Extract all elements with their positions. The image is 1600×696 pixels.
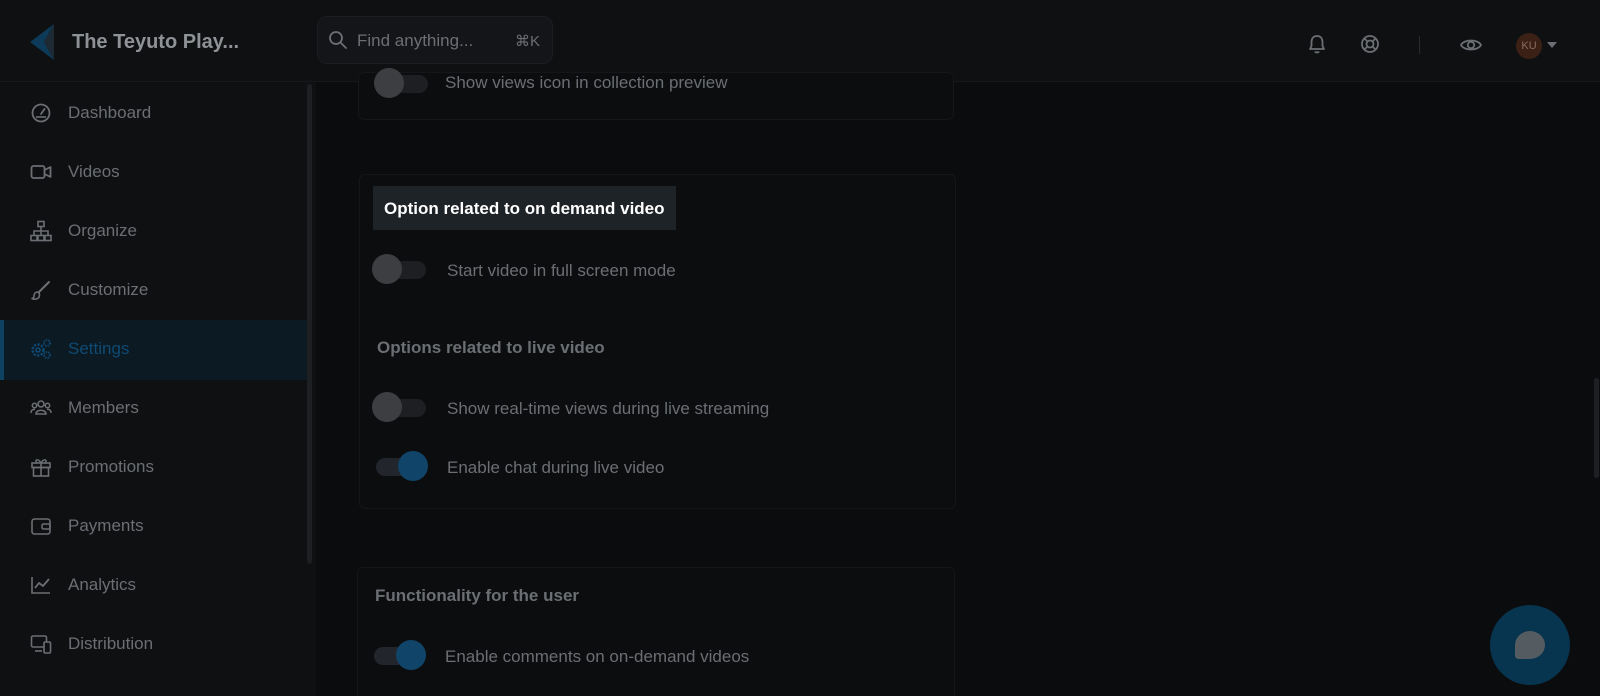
option-label-realtime-views: Show real-time views during live streami… xyxy=(447,399,770,418)
sidebar-item-label: Analytics xyxy=(68,575,137,594)
chat-bubble-icon xyxy=(1515,631,1545,659)
gift-icon xyxy=(31,459,51,477)
toggle-fullscreen-start[interactable] xyxy=(372,254,428,284)
sidebar-item-organize[interactable]: Organize xyxy=(0,202,307,262)
users-icon xyxy=(30,400,52,415)
sidebar-scrollbar[interactable] xyxy=(307,84,312,564)
toggle-thumb xyxy=(398,451,428,481)
toggle-live-chat[interactable] xyxy=(372,451,428,481)
user-section-title: Functionality for the user xyxy=(375,586,580,605)
sidebar-item-label: Payments xyxy=(68,516,144,535)
sidebar-item-customize[interactable]: Customize xyxy=(0,261,307,321)
chevron-down-icon[interactable] xyxy=(1547,41,1557,49)
main-scrollbar[interactable] xyxy=(1594,378,1599,478)
option-label-show-views-icon: Show views icon in collection preview xyxy=(445,73,728,92)
option-label-fullscreen-start: Start video in full screen mode xyxy=(447,261,676,280)
app-title[interactable]: The Teyuto Play... xyxy=(72,31,239,54)
toggle-thumb xyxy=(372,254,402,284)
sidebar-item-dashboard[interactable]: Dashboard xyxy=(0,84,307,144)
toggle-realtime-views[interactable] xyxy=(372,392,428,422)
sidebar-item-label: Members xyxy=(68,398,139,417)
settings-content: Show views icon in collection preview Op… xyxy=(316,68,1600,696)
video-camera-icon xyxy=(30,165,52,179)
section-title-text: Option related to on demand video xyxy=(384,199,665,218)
toggle-thumb xyxy=(374,68,404,98)
sidebar-item-label: Videos xyxy=(68,162,120,181)
option-label-ondemand-comments: Enable comments on on-demand videos xyxy=(445,647,750,666)
sidebar-item-label: Settings xyxy=(68,339,130,358)
sidebar-item-videos[interactable]: Videos xyxy=(0,143,307,203)
chart-line-icon xyxy=(31,577,50,594)
sidebar-item-settings[interactable]: Settings xyxy=(0,320,307,380)
sidebar-item-label: Promotions xyxy=(68,457,154,476)
on-demand-section-title: Option related to on demand video xyxy=(373,186,676,230)
sidebar-item-label: Dashboard xyxy=(68,103,152,122)
paintbrush-icon xyxy=(31,281,50,300)
gears-icon xyxy=(31,339,51,359)
sidebar-item-label: Customize xyxy=(68,280,149,299)
sidebar-item-label: Organize xyxy=(68,221,137,240)
sidebar-item-label: Distribution xyxy=(68,634,154,653)
user-avatar[interactable]: KU xyxy=(1516,33,1542,59)
search-input[interactable] xyxy=(357,29,497,53)
sidebar-item-promotions[interactable]: Promotions xyxy=(0,438,307,498)
toggle-show-views-icon[interactable] xyxy=(374,68,430,98)
search-icon xyxy=(329,31,347,49)
devices-icon xyxy=(30,635,52,654)
sitemap-icon xyxy=(30,220,52,242)
top-header: The Teyuto Play... ⌘K KU xyxy=(0,0,1600,82)
support-chat-button[interactable] xyxy=(1490,605,1570,685)
teyuto-logo-icon[interactable] xyxy=(28,24,56,60)
eye-preview-icon[interactable] xyxy=(1459,34,1483,56)
gauge-icon xyxy=(31,103,51,123)
lifebuoy-help-icon[interactable] xyxy=(1359,33,1381,55)
option-label-live-chat: Enable chat during live video xyxy=(447,458,665,477)
live-section-title: Options related to live video xyxy=(377,338,605,357)
sidebar-item-analytics[interactable]: Analytics xyxy=(0,556,307,616)
sidebar-item-distribution[interactable]: Distribution xyxy=(0,615,307,675)
bell-icon[interactable] xyxy=(1306,33,1328,55)
toggle-ondemand-comments[interactable] xyxy=(370,640,426,670)
sidebar-item-members[interactable]: Members xyxy=(0,379,307,439)
toggle-thumb xyxy=(372,392,402,422)
search-shortcut-hint: ⌘K xyxy=(515,33,541,50)
search-box[interactable]: ⌘K xyxy=(317,16,553,64)
header-divider xyxy=(1419,36,1420,54)
sidebar-item-payments[interactable]: Payments xyxy=(0,497,307,557)
sidebar: Dashboard Videos Organize Customize Sett… xyxy=(0,82,316,696)
toggle-thumb xyxy=(396,640,426,670)
wallet-icon xyxy=(31,518,51,535)
